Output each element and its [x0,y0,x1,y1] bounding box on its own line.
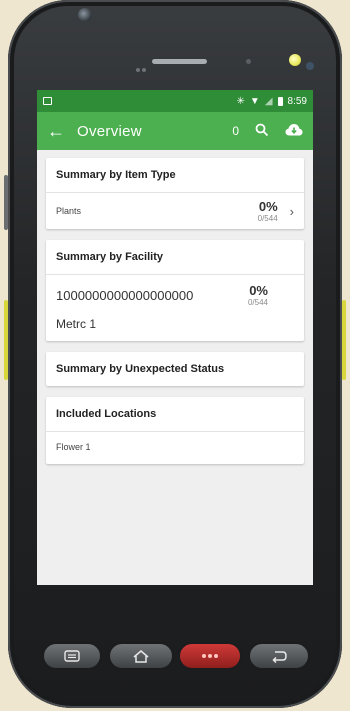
camera-lens [78,8,92,22]
nav-scan-button[interactable] [178,642,242,670]
card-header: Summary by Item Type [56,169,176,181]
content-area: Summary by Item Type Plants 0% 0/544 › S… [37,150,313,464]
count-value: 0/544 [257,214,278,223]
item-type-label: Plants [56,206,82,216]
search-icon[interactable] [255,123,269,140]
battery-icon [277,96,283,106]
item-type-stat: 0% 0/544 [258,199,278,223]
list-item[interactable]: Flower 1 [46,431,304,464]
nav-menu-button[interactable] [42,642,102,670]
signal-icon: ◢ [264,95,273,107]
percent-value: 0% [249,283,268,298]
item-type-row[interactable]: Plants 0% 0/544 › [46,192,304,229]
nav-home-button[interactable] [108,642,174,670]
bluetooth-icon: ✳ [236,95,245,107]
side-button-right[interactable] [342,300,346,380]
locations-card: Included Locations Flower 1 [46,397,304,464]
pending-count-badge[interactable]: 0 [232,124,239,138]
wifi-icon: ▼ [249,95,260,107]
menu-icon [64,650,80,662]
page-title: Overview [77,122,142,140]
facility-stat: 0% 0/544 [248,283,268,307]
app-screen: ✳ ▼ ◢ 8:59 ← Overview 0 Summary by Item … [37,90,313,585]
sensor-dots [136,59,150,72]
cloud-download-icon[interactable] [285,123,303,139]
facility-card: Summary by Facility 1000000000000000000 … [46,240,304,341]
app-bar: ← Overview 0 [37,112,313,150]
facility-name: Metrc 1 [56,317,97,331]
facility-row[interactable]: 1000000000000000000 0% 0/544 Metrc 1 [46,274,304,341]
back-icon [272,651,287,663]
home-icon [133,650,149,663]
chevron-right-icon: › [289,203,294,219]
earpiece-speaker [152,59,207,64]
facility-id: 1000000000000000000 [56,287,194,303]
side-button-scan[interactable] [4,300,8,380]
unexpected-status-card[interactable]: Summary by Unexpected Status [46,352,304,386]
percent-value: 0% [258,199,278,214]
card-header: Included Locations [56,408,157,420]
side-button-left[interactable] [4,175,8,230]
phone-device: ✳ ▼ ◢ 8:59 ← Overview 0 Summary by Item … [4,0,346,708]
card-header: Summary by Facility [56,251,163,263]
arrow-left-icon[interactable]: ← [47,121,71,142]
status-bar: ✳ ▼ ◢ 8:59 [37,90,313,112]
item-type-card: Summary by Item Type Plants 0% 0/544 › [46,158,304,229]
nav-back-button[interactable] [248,642,310,670]
clock-time: 8:59 [287,95,307,107]
notification-led [289,54,301,66]
notification-icon [43,97,52,105]
proximity-sensor [246,59,251,64]
card-header: Summary by Unexpected Status [56,363,225,375]
count-value: 0/544 [247,298,268,307]
location-label: Flower 1 [56,442,91,452]
front-sensor [306,62,314,70]
